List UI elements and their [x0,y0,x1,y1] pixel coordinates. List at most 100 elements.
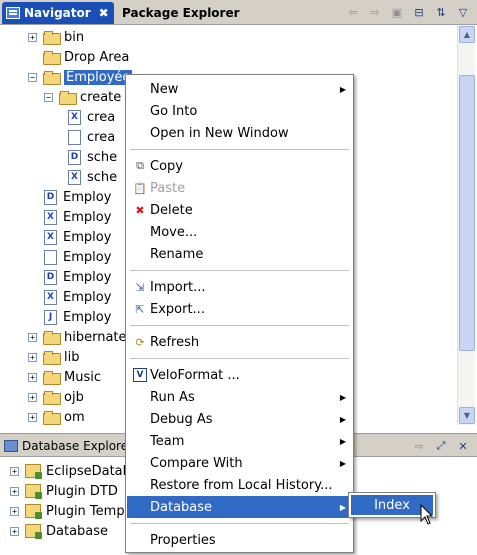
expand-icon[interactable]: + [28,372,37,382]
close-icon[interactable]: ✖ [99,6,109,20]
navigator-icon [6,7,20,19]
tree-item[interactable]: crea [68,127,115,147]
menu-item-label: Refresh [150,334,200,350]
menu-item-move[interactable]: Move... [127,221,352,243]
menu-item-label: Compare With [150,455,243,471]
menu-item-rename[interactable]: Rename [127,243,352,265]
tree-item[interactable]: − Employée [28,67,133,87]
menu-item-label: Database [150,499,213,515]
file-icon: D [44,189,57,205]
tree-item[interactable]: X Employ [44,207,111,227]
tree-item-label: ojb [64,389,84,405]
scroll-down-icon[interactable]: ▼ [459,407,475,424]
tree-item[interactable]: + lib [28,347,79,367]
menu-item-label: New [150,81,179,97]
view-menu-icon[interactable]: ▽ [455,4,471,20]
database-tree-item[interactable]: + EclipseDataba [10,461,139,481]
forward-arrow-icon[interactable]: ⇨ [411,438,427,454]
tab-database-explorer[interactable]: Database Explorer [4,437,133,455]
tree-item-label: Employ [63,209,112,225]
tree-item[interactable]: − create [44,87,121,107]
forward-arrow-icon[interactable]: ⇨ [367,4,383,20]
tree-item[interactable]: Xcrea [68,107,115,127]
tree-item[interactable]: + Music [28,367,101,387]
copy-icon: ⧉ [136,159,144,172]
tree-item[interactable]: Drop Area [28,47,129,67]
refresh-icon: ⟳ [135,335,145,349]
menu-item-label: Export... [150,301,205,317]
tree-item[interactable]: + bin [28,27,84,47]
tree-item[interactable]: D Employ [44,187,111,207]
menu-item-delete[interactable]: ✖ Delete [127,199,352,221]
tree-item-label: Music [64,369,101,385]
tab-database-explorer-label: Database Explorer [22,439,134,453]
close-icon[interactable]: ✕ [455,438,471,454]
back-arrow-icon[interactable]: ⇦ [345,4,361,20]
menu-item-import[interactable]: ⇲ Import... [127,276,352,298]
folder-icon [43,391,61,405]
go-into-icon[interactable]: ▣ [389,4,405,20]
expand-icon[interactable]: + [10,486,19,496]
context-menu: New ▶ Go Into Open in New Window ⧉ Copy 📋 Paste… [125,74,354,553]
menu-item-database[interactable]: Database ▶ [127,496,352,518]
expand-icon[interactable]: + [10,506,19,516]
tree-item-label: Employée [64,69,133,85]
folder-icon [43,371,61,385]
expand-icon[interactable]: + [10,526,19,536]
menu-item-export[interactable]: ⇱ Export... [127,298,352,320]
database-tree-item[interactable]: + Plugin Templa [10,501,136,521]
menu-item-refresh[interactable]: ⟳ Refresh [127,331,352,353]
folder-icon [43,351,61,365]
tree-item[interactable]: X Employ [44,287,111,307]
menu-item-properties[interactable]: Properties [127,529,352,551]
tree-item-label: crea [87,129,116,145]
expand-icon[interactable]: + [28,412,37,422]
tree-item[interactable]: J Employ [44,307,111,327]
tree-item[interactable]: Employ [44,247,111,267]
menu-item-open-in-new-window[interactable]: Open in New Window [127,122,352,144]
tab-navigator[interactable]: Navigator ✖ [2,2,114,24]
menu-item-team[interactable]: Team ▶ [127,430,352,452]
expand-icon[interactable]: + [28,32,37,42]
vertical-scrollbar[interactable]: ▲ ▼ [457,25,475,425]
menu-item-copy[interactable]: ⧉ Copy [127,155,352,177]
file-icon: D [68,149,81,165]
menu-item-veloformat[interactable]: V VeloFormat ... [127,364,352,386]
tree-item[interactable]: Dsche [68,147,117,167]
collapse-icon[interactable]: − [28,72,37,82]
menu-item-debug-as[interactable]: Debug As ▶ [127,408,352,430]
tree-item[interactable]: + ojb [28,387,84,407]
collapse-all-icon[interactable]: ⊟ [411,4,427,20]
menu-item-paste: 📋 Paste [127,177,352,199]
menu-item-compare-with[interactable]: Compare With ▶ [127,452,352,474]
scroll-up-icon[interactable]: ▲ [459,26,475,43]
maximize-icon[interactable]: ⤢ [433,438,449,454]
menu-item-label: Delete [150,202,193,218]
tree-item-label: Employ [63,229,112,245]
collapse-icon[interactable]: − [44,92,53,102]
menu-item-restore-from-local-history[interactable]: Restore from Local History... [127,474,352,496]
tree-item[interactable]: + om [28,407,85,425]
database-tree-item[interactable]: + Plugin DTD [10,481,118,501]
tree-item-label: Employ [63,249,112,265]
menu-item-go-into[interactable]: Go Into [127,100,352,122]
tree-item[interactable]: X Employ [44,227,111,247]
import-icon: ⇲ [135,280,145,294]
menu-separator [130,325,349,326]
database-tree-item[interactable]: + Database [10,521,108,541]
expand-icon[interactable]: + [28,332,37,342]
submenu-arrow-icon: ▶ [339,502,346,512]
expand-icon[interactable]: + [28,392,37,402]
menu-item-new[interactable]: New ▶ [127,78,352,100]
menu-item-index-label: Index [374,497,410,513]
tree-item[interactable]: Xsche [68,167,117,187]
tab-package-explorer[interactable]: Package Explorer [116,2,276,24]
tree-item[interactable]: + hibernate [28,327,127,347]
expand-icon[interactable]: + [28,352,37,362]
scrollbar-thumb[interactable] [459,75,475,351]
menu-item-label: Open in New Window [150,125,289,141]
link-with-editor-icon[interactable]: ⇅ [433,4,449,20]
menu-item-run-as[interactable]: Run As ▶ [127,386,352,408]
tree-item[interactable]: D Employ [44,267,111,287]
expand-icon[interactable]: + [10,466,19,476]
